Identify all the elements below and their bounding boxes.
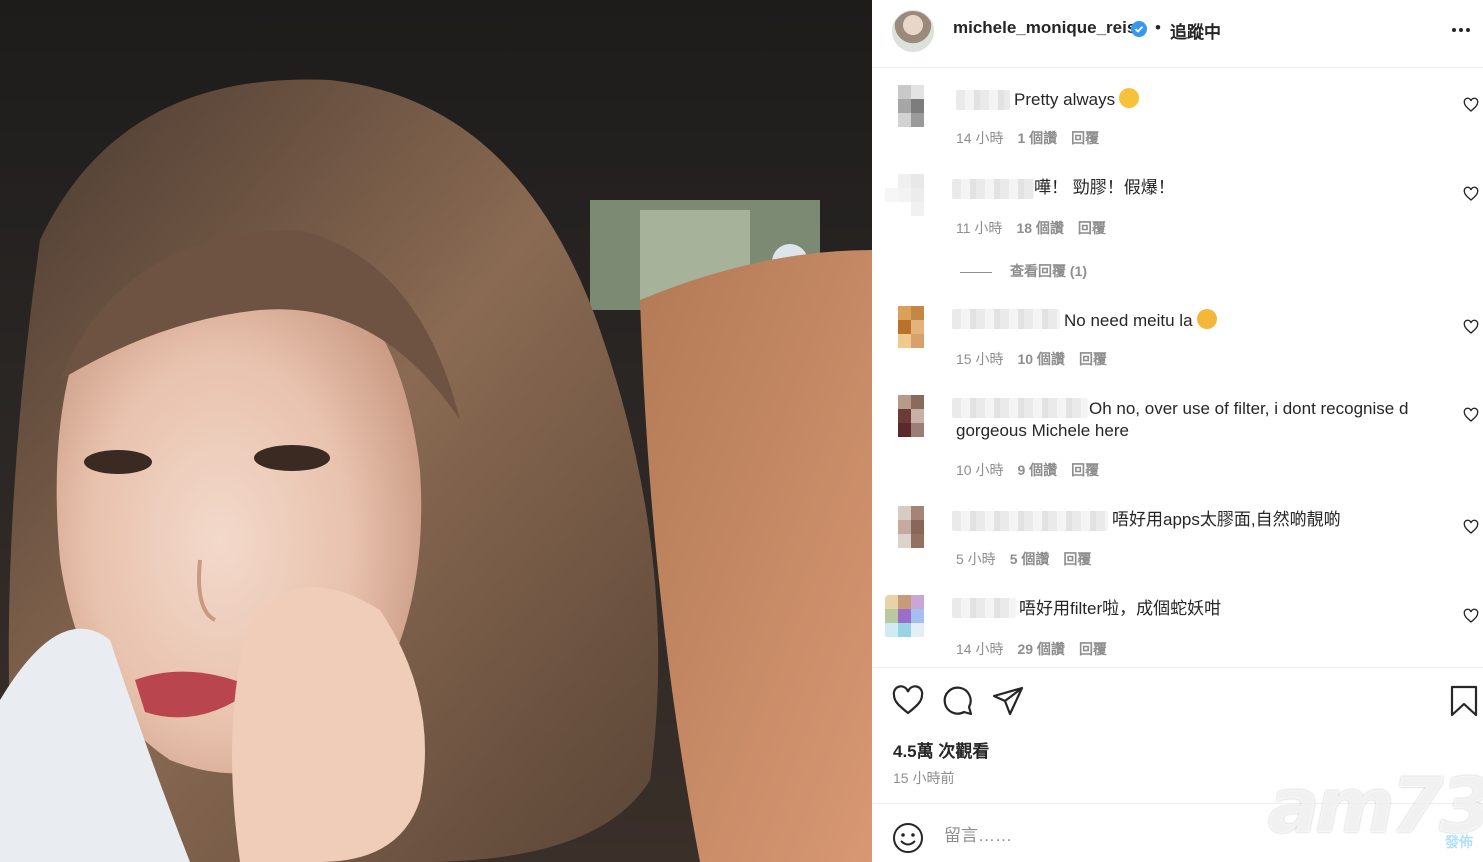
commenter-avatar[interactable] (885, 506, 937, 550)
more-options-icon[interactable] (1451, 22, 1471, 38)
commenter-username-blurred[interactable] (952, 179, 1034, 199)
comment-text-continued: gorgeous Michele here (956, 421, 1129, 440)
commenter-avatar[interactable] (885, 595, 937, 639)
like-comment-heart-icon[interactable] (1463, 407, 1479, 423)
share-paper-plane-icon[interactable] (992, 685, 1024, 717)
post-header: michele_monique_reis • 追蹤中 (872, 0, 1483, 68)
comment-likes[interactable]: 29 個讚 (1017, 641, 1064, 657)
comment-time[interactable]: 14 小時 (956, 130, 1003, 146)
comment-text: 嘩！ 勁膠！假爆！ (1034, 178, 1175, 197)
comment-text: 唔好用apps太膠面,自然啲靚啲 (1112, 510, 1341, 529)
commenter-username-blurred[interactable] (952, 511, 1108, 531)
video-frame-image (0, 79, 872, 862)
following-button[interactable]: 追蹤中 (1170, 18, 1221, 43)
post-side-panel: michele_monique_reis • 追蹤中 Pretty always… (872, 0, 1483, 862)
emoji-picker-icon[interactable] (892, 822, 924, 854)
am730-watermark: am730 (1268, 761, 1483, 850)
comment-text: No need meitu la (1064, 309, 1217, 332)
reply-button[interactable]: 回覆 (1078, 220, 1106, 236)
comment-meta: 14 小時 1 個讚 回覆 (956, 128, 1113, 148)
comment-text: Pretty always (1014, 88, 1140, 111)
post-timestamp[interactable]: 15 小時前 (893, 768, 954, 788)
comment-meta: 15 小時 10 個讚 回覆 (956, 349, 1121, 369)
comment-likes[interactable]: 9 個讚 (1017, 462, 1057, 478)
comment-text: 唔好用filter啦，成個蛇妖咁 (1019, 599, 1222, 618)
commenter-username-blurred[interactable] (952, 598, 1016, 618)
commenter-username-blurred[interactable] (952, 398, 1088, 418)
commenter-avatar[interactable] (885, 85, 937, 129)
comment-meta: 14 小時 29 個讚 回覆 (956, 639, 1121, 659)
commenter-avatar[interactable] (885, 306, 937, 350)
comment-time[interactable]: 5 小時 (956, 551, 996, 567)
like-comment-heart-icon[interactable] (1463, 319, 1479, 335)
reply-button[interactable]: 回覆 (1079, 641, 1107, 657)
comment-text: Oh no, over use of filter, i dont recogn… (1089, 399, 1409, 418)
comment-time[interactable]: 10 小時 (956, 462, 1003, 478)
comment-likes[interactable]: 5 個讚 (1010, 551, 1050, 567)
reply-button[interactable]: 回覆 (1063, 551, 1091, 567)
like-comment-heart-icon[interactable] (1463, 519, 1479, 535)
comment-time[interactable]: 14 小時 (956, 641, 1003, 657)
like-comment-heart-icon[interactable] (1463, 186, 1479, 202)
view-replies-button[interactable]: 查看回覆 (1) (960, 261, 1087, 281)
comment-bubble-icon[interactable] (942, 685, 974, 717)
comment-likes[interactable]: 18 個讚 (1016, 220, 1063, 236)
like-comment-heart-icon[interactable] (1463, 97, 1479, 113)
save-bookmark-icon[interactable] (1448, 685, 1480, 717)
commenter-avatar[interactable] (885, 174, 937, 218)
comment-meta: 5 小時 5 個讚 回覆 (956, 549, 1105, 569)
comments-list[interactable]: Pretty always 14 小時 1 個讚 回覆 嘩！ 勁膠！假爆！ 11 小… (872, 69, 1483, 667)
comment-time[interactable]: 15 小時 (956, 351, 1003, 367)
reply-button[interactable]: 回覆 (1071, 130, 1099, 146)
view-count[interactable]: 4.5萬 次觀看 (893, 737, 989, 762)
comment-time[interactable]: 11 小時 (956, 220, 1002, 236)
smiling-face-with-hearts-icon (1119, 88, 1140, 108)
comment-likes[interactable]: 1 個讚 (1017, 130, 1057, 146)
like-comment-heart-icon[interactable] (1463, 608, 1479, 624)
like-heart-icon[interactable] (892, 685, 924, 717)
comment-likes[interactable]: 10 個讚 (1017, 351, 1064, 367)
author-username[interactable]: michele_monique_reis (953, 18, 1136, 38)
comment-meta: 10 小時 9 個讚 回覆 (956, 460, 1113, 480)
heart-eyes-icon (1196, 309, 1217, 329)
reply-button[interactable]: 回覆 (1071, 462, 1099, 478)
commenter-username-blurred[interactable] (956, 90, 1010, 110)
commenter-username-blurred[interactable] (952, 309, 1060, 329)
verified-badge-icon (1131, 21, 1147, 37)
header-separator: • (1155, 18, 1161, 37)
author-avatar[interactable] (892, 10, 934, 52)
video-player[interactable] (0, 0, 872, 862)
reply-button[interactable]: 回覆 (1079, 351, 1107, 367)
commenter-avatar[interactable] (885, 395, 937, 439)
comment-meta: 11 小時 18 個讚 回覆 (956, 218, 1120, 238)
